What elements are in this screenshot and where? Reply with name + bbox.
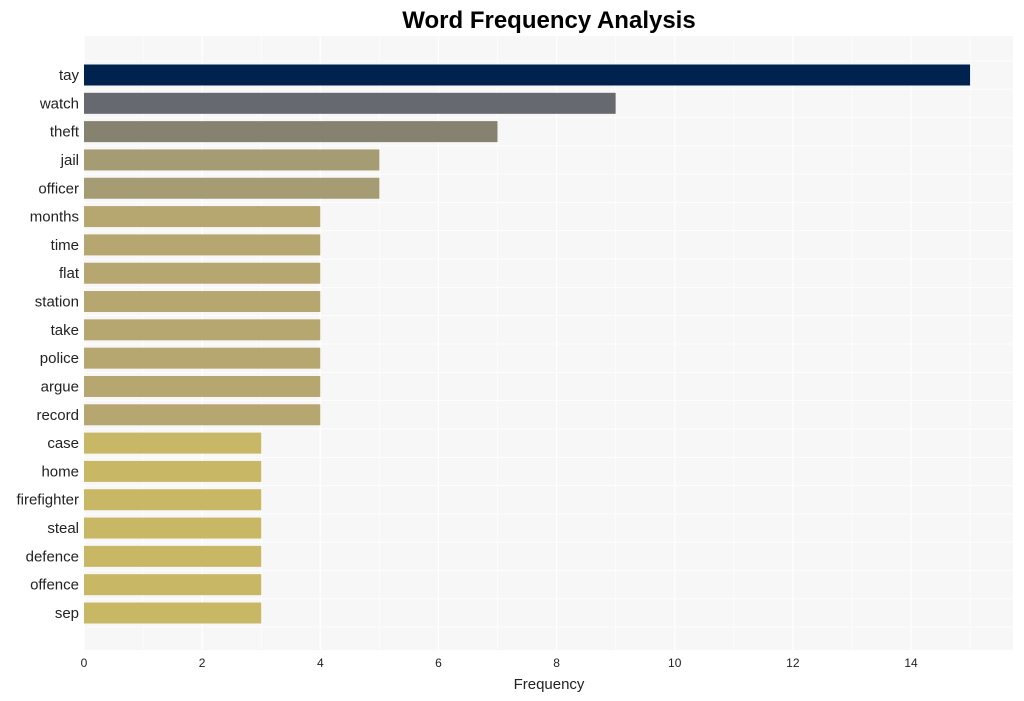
y-label-record: record [36,407,79,424]
y-label-case: case [47,435,79,452]
bar-home [84,460,262,482]
bar-theft [84,121,498,143]
x-tick-label: 14 [904,656,918,670]
y-label-watch: watch [39,95,79,112]
x-tick-label: 4 [317,656,324,670]
y-label-tay: tay [59,67,80,84]
bar-firefighter [84,489,262,511]
bar-take [84,319,321,341]
x-axis-label: Frequency [514,676,585,693]
x-tick-label: 8 [553,656,560,670]
bar-jail [84,149,380,171]
y-label-home: home [41,463,79,480]
y-label-time: time [51,237,79,254]
word-frequency-chart: tay watch theft jail officer months time flat st… [16,7,1013,693]
bar-steal [84,517,262,539]
bar-time [84,234,321,256]
y-label-flat: flat [59,265,80,282]
x-tick-label: 12 [786,656,800,670]
bar-case [84,432,262,454]
y-label-theft: theft [50,124,80,141]
y-label-argue: argue [41,378,79,395]
y-label-jail: jail [60,152,79,169]
y-label-months: months [30,209,79,226]
y-label-sep: sep [55,605,79,622]
y-label-officer: officer [38,180,79,197]
bar-watch [84,92,616,114]
bar-months [84,206,321,228]
y-label-defence: defence [26,548,79,565]
x-axis-ticks: 0 2 4 6 8 10 12 14 [81,656,918,670]
y-label-offence: offence [30,577,79,594]
bar-sep [84,602,262,624]
x-tick-label: 10 [668,656,682,670]
x-tick-label: 0 [81,656,88,670]
bar-argue [84,375,321,397]
y-label-police: police [40,350,79,367]
bar-offence [84,574,262,596]
y-label-steal: steal [47,520,79,537]
x-tick-label: 6 [435,656,442,670]
bar-record [84,404,321,426]
y-label-firefighter: firefighter [16,492,79,509]
y-axis-labels: tay watch theft jail officer months time flat st… [16,67,79,622]
bar-defence [84,545,262,567]
bar-flat [84,262,321,284]
bar-officer [84,177,380,199]
y-label-station: station [35,294,79,311]
bar-police [84,347,321,369]
chart-title: Word Frequency Analysis [402,7,695,34]
bar-tay [84,64,971,86]
x-tick-label: 2 [199,656,206,670]
y-label-take: take [51,322,79,339]
bar-station [84,291,321,313]
